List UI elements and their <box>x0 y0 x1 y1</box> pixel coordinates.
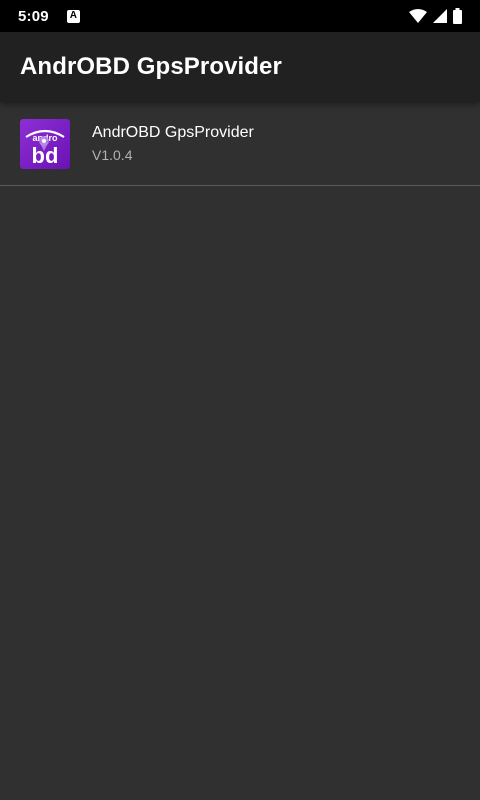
status-time: 5:09 <box>18 7 49 25</box>
battery-icon <box>453 8 462 24</box>
wifi-icon <box>409 9 427 23</box>
androbd-app-icon: andro bd <box>20 118 70 169</box>
status-icons <box>409 8 462 24</box>
content-area: andro bd AndrOBD GpsProvider V1.0.4 <box>0 102 480 800</box>
page-title: AndrOBD GpsProvider <box>20 53 282 80</box>
app-bar: AndrOBD GpsProvider <box>0 32 480 102</box>
list-item-text: AndrOBD GpsProvider V1.0.4 <box>92 123 254 164</box>
list-item-title: AndrOBD GpsProvider <box>92 124 254 141</box>
a-letter-icon: A <box>66 9 80 23</box>
status-bar: 5:09 A <box>0 0 480 32</box>
cell-signal-icon <box>433 9 447 23</box>
list-item-version: V1.0.4 <box>92 147 133 163</box>
list-item[interactable]: andro bd AndrOBD GpsProvider V1.0.4 <box>0 102 480 186</box>
